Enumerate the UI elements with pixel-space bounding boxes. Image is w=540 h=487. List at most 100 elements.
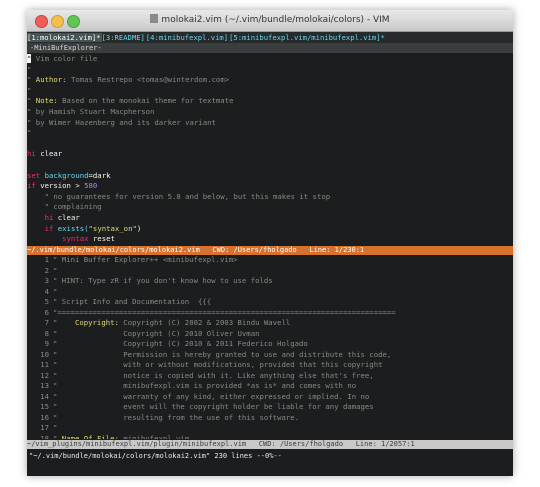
code-line[interactable]: 5 " Script Info and Documentation {{{	[27, 297, 513, 308]
code-line[interactable]: syntax reset	[27, 234, 513, 245]
code-token: syntax	[27, 234, 93, 244]
code-token: hi	[27, 212, 58, 222]
code-line[interactable]: "	[27, 86, 513, 97]
code-line[interactable]: 8 " Copyright (C) 2010 Oliver Uvman	[27, 329, 513, 340]
code-line[interactable]: 17 "	[27, 423, 513, 434]
code-token: background	[44, 170, 89, 180]
code-line[interactable]: 12 " notice is copied with it. Like anyth…	[27, 371, 513, 382]
code-line[interactable]: 9 " Copyright (C) 2010 & 2011 Federico Ho…	[27, 339, 513, 350]
line-number: 3	[44, 276, 49, 285]
code-token: Copyright:	[74, 318, 119, 327]
code-line[interactable]: " no guarantees for version 5.8 and belo…	[27, 192, 513, 203]
code-token: " Script Info and Documentation {{{	[53, 297, 212, 306]
code-token: Author:	[35, 75, 67, 85]
code-line[interactable]: "	[27, 128, 513, 139]
code-token: Name Of File:	[61, 433, 119, 440]
code-line[interactable]: " by Wimer Hazenberg and its darker vari…	[27, 118, 513, 129]
code-token: " event will the copyright holder be lia…	[53, 402, 374, 411]
line-number: 1	[44, 255, 49, 264]
code-line[interactable]: 1 " Mini Buffer Explorer++ <minibufexpl.v…	[27, 255, 513, 266]
code-token: " notice is copied with it. Like anythin…	[53, 370, 374, 380]
code-line[interactable]: " by Hamish Stuart Macpherson	[27, 107, 513, 118]
line-number: 4	[44, 286, 49, 296]
status-line-inactive: ~/vim_plugins/minibufexpl.vim/plugin/min…	[27, 440, 513, 449]
code-line[interactable]: " Author: Tomas Restrepo <tomas@winterdo…	[27, 75, 513, 86]
line-number: 9	[44, 339, 49, 348]
code-token: 580	[84, 181, 98, 191]
line-number: 2	[44, 265, 49, 275]
code-token: " Permission is hereby granted to use an…	[53, 349, 392, 359]
editor-pane-bottom[interactable]: 1 " Mini Buffer Explorer++ <minibufexpl.v…	[27, 255, 513, 439]
code-line[interactable]: hi clear	[27, 149, 513, 160]
code-line[interactable]: 16 " resulting from the use of this softw…	[27, 413, 513, 424]
code-line[interactable]: 6 "======================================…	[27, 308, 513, 319]
window-title: molokai2.vim (~/.vim/bundle/molokai/colo…	[161, 15, 390, 25]
code-token: " no guarantees for version 5.8 and belo…	[27, 191, 331, 201]
code-token: "	[27, 75, 36, 85]
status-line-active: ~/.vim/bundle/molokai/colors/molokai2.vi…	[27, 246, 513, 255]
command-line[interactable]: "~/.vim/bundle/molokai/colors/molokai2.v…	[27, 451, 513, 461]
code-line[interactable]	[27, 160, 513, 171]
code-token: clear	[40, 149, 63, 159]
code-token: "	[53, 265, 58, 275]
code-token: " warranty of any kind, either expressed…	[53, 391, 370, 401]
code-token: "	[53, 318, 75, 327]
line-number: 12	[40, 370, 49, 380]
editor-pane-top[interactable]: " Vim color file " " Author: Tomas Restrep…	[27, 54, 513, 246]
code-token: Note:	[35, 96, 58, 106]
line-number: 11	[40, 360, 49, 369]
code-line[interactable]: 10 " Permission is hereby granted to use …	[27, 350, 513, 361]
code-token: " by Hamish Stuart Macpherson	[27, 106, 155, 116]
line-number: 16	[40, 412, 49, 422]
code-line[interactable]: 11 " with or without modifications, provi…	[27, 360, 513, 371]
code-token: Tomas Restrepo <tomas@winterdom.com>	[66, 75, 230, 85]
code-line[interactable]: " Vim color file	[27, 54, 513, 65]
code-token: "	[53, 433, 62, 440]
code-line[interactable]: 18 " Name Of File: minibufexpl.vim	[27, 434, 513, 440]
code-token: " Copyright (C) 2010 Oliver Uvman	[53, 328, 260, 338]
code-line[interactable]: if exists("syntax_on")	[27, 224, 513, 235]
code-line[interactable]	[27, 139, 513, 150]
code-token: "=======================================…	[53, 307, 396, 317]
code-token: "	[27, 128, 32, 138]
code-token: clear	[57, 212, 80, 222]
minibuf-tab[interactable]: [5:minibufexpl.vim/minibufexpl.vim]*	[229, 33, 386, 42]
code-line[interactable]: 13 " minibufexpl.vim is provided *as is* …	[27, 381, 513, 392]
code-line[interactable]: " Note: Based on the monokai theme for t…	[27, 96, 513, 107]
code-token: )	[136, 223, 142, 233]
minibuf-tab[interactable]: [1:molokai2.vim]*	[27, 33, 102, 42]
code-line[interactable]: 15 " event will the copyright holder be l…	[27, 402, 513, 413]
code-line[interactable]: "	[27, 65, 513, 76]
code-token: "	[27, 64, 32, 74]
code-line[interactable]: 14 " warranty of any kind, either express…	[27, 392, 513, 403]
code-line[interactable]: if version > 580	[27, 181, 513, 192]
code-line[interactable]: set background=dark	[27, 171, 513, 182]
code-line[interactable]: 3 " HINT: Type zR if you don't know how t…	[27, 276, 513, 287]
code-token: " complaining	[27, 202, 102, 212]
code-token: hi	[27, 149, 41, 159]
code-token: if	[27, 181, 41, 191]
code-token: "	[53, 423, 58, 432]
code-token: version >	[40, 181, 85, 191]
minibuf-tab[interactable]: [4:minibufexpl.vim]	[146, 33, 229, 42]
code-token: if	[27, 223, 58, 233]
line-number: 6	[44, 307, 49, 317]
title-bar[interactable]: molokai2.vim (~/.vim/bundle/molokai/colo…	[27, 10, 513, 32]
code-token: Based on the monokai theme for textmate	[57, 96, 234, 106]
code-line[interactable]: 2 "	[27, 266, 513, 277]
minibuf-tab[interactable]: [3:README]	[102, 33, 146, 42]
code-token: " Copyright (C) 2010 & 2011 Federico Hol…	[53, 339, 308, 348]
code-line[interactable]: 7 " Copyright: Copyright (C) 2002 & 2003 …	[27, 318, 513, 329]
line-number: 13	[40, 381, 49, 390]
minibuf-explorer-header: -MiniBufExplorer-	[27, 43, 513, 53]
code-token: " resulting from the use of this softwar…	[53, 412, 300, 422]
code-line[interactable]: 4 "	[27, 287, 513, 298]
code-line[interactable]: " complaining	[27, 202, 513, 213]
code-token: " by Wimer Hazenberg and its darker vari…	[27, 117, 216, 127]
line-number: 18	[40, 433, 49, 440]
code-token: =dark	[88, 170, 111, 180]
code-token: " Mini Buffer Explorer++ <minibufexpl.vi…	[53, 255, 238, 264]
code-token: minibufexpl.vim	[118, 433, 190, 440]
code-token: "	[53, 286, 58, 296]
code-line[interactable]: hi clear	[27, 213, 513, 224]
